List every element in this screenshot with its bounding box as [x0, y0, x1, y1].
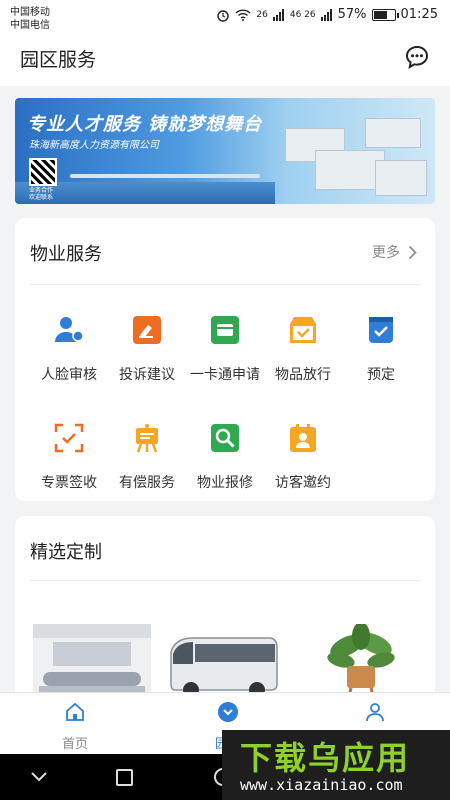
chat-bubble-icon[interactable]: [404, 44, 430, 70]
service-face-audit[interactable]: 人脸审核: [27, 314, 111, 384]
visitor-icon: [290, 424, 316, 452]
service-visitor[interactable]: 访客邀约: [261, 422, 345, 492]
network-label-2: 46 26: [289, 9, 316, 20]
network-label-1: 26: [256, 9, 268, 20]
service-card-apply[interactable]: 一卡通申请: [183, 314, 267, 384]
signal-icon-2: [320, 8, 332, 21]
repair-icon: [211, 424, 239, 452]
featured-card: 精选定制: [15, 516, 435, 716]
banner-building: [375, 160, 427, 196]
alarm-icon: [217, 9, 230, 22]
tab-home[interactable]: 首页: [35, 701, 115, 752]
tab-label: 首页: [61, 737, 88, 752]
status-bar: 中国移动 中国电信 26 46 26 57% 01:25: [0, 0, 450, 31]
battery-percent: 57%: [337, 7, 367, 22]
service-label: 一卡通申请: [190, 367, 260, 383]
clock: 01:25: [400, 7, 438, 22]
service-reservation[interactable]: 预定: [339, 314, 423, 384]
card-apply-icon: [211, 316, 239, 344]
qr-note-line-1: 业务合作: [29, 187, 54, 194]
home-icon: [66, 702, 84, 721]
property-service-card: 物业服务 更多 人脸审核 投诉建议 一卡通申请 物品放行 预定 专票签收 有偿服…: [15, 218, 435, 501]
banner-company: 珠海新高度人力资源有限公司: [29, 140, 159, 151]
reservation-icon: [369, 317, 393, 343]
signal-icon: [272, 8, 284, 21]
watermark-url: www.xiazainiao.com: [240, 776, 403, 794]
qr-note-line-2: 欢迎联系: [29, 194, 54, 201]
complaint-icon: [133, 316, 161, 344]
service-label: 有偿服务: [119, 475, 175, 491]
service-item-release[interactable]: 物品放行: [261, 314, 345, 384]
invoice-scan-icon: [54, 423, 84, 453]
tab-profile[interactable]: [335, 701, 415, 733]
paid-service-icon: [136, 424, 158, 453]
divider: [30, 284, 420, 285]
banner-slogan: 专业人才服务 铸就梦想舞台: [27, 114, 263, 135]
battery-icon: [371, 8, 399, 21]
service-invoice-sign[interactable]: 专票签收: [27, 422, 111, 492]
banner-building: [365, 118, 421, 148]
service-complaint[interactable]: 投诉建议: [105, 314, 189, 384]
status-icons: 26 46 26 57% 01:25: [216, 7, 438, 22]
item-release-icon: [290, 317, 316, 343]
section-title: 物业服务: [30, 244, 102, 265]
service-repair[interactable]: 物业报修: [183, 422, 267, 492]
watermark: 下载乌应用 www.xiazainiao.com: [222, 730, 450, 800]
more-link[interactable]: 更多: [372, 242, 417, 262]
user-icon: [366, 703, 384, 722]
watermark-text: 下载乌应用: [240, 739, 411, 777]
wifi-icon: [235, 8, 251, 21]
service-label: 投诉建议: [119, 367, 175, 383]
page-title: 园区服务: [20, 49, 97, 71]
service-label: 人脸审核: [41, 367, 97, 383]
promo-banner[interactable]: 专业人才服务 铸就梦想舞台 珠海新高度人力资源有限公司 业务合作 欢迎联系: [15, 98, 435, 204]
home-square-icon[interactable]: [116, 769, 133, 786]
service-label: 预定: [367, 367, 395, 383]
chevron-right-icon: [408, 245, 417, 259]
service-label: 物业报修: [197, 475, 253, 491]
app-header: 园区服务: [0, 30, 450, 86]
service-paid[interactable]: 有偿服务: [105, 422, 189, 492]
qr-note: 业务合作 欢迎联系: [29, 187, 53, 201]
park-icon: [218, 702, 238, 722]
service-label: 专票签收: [41, 475, 97, 491]
banner-bridge: [70, 174, 260, 178]
qr-code-icon: [29, 158, 57, 186]
service-label: 访客邀约: [275, 475, 331, 491]
face-audit-icon: [55, 317, 84, 342]
back-icon[interactable]: [30, 768, 48, 786]
carrier-2: 中国电信: [10, 20, 50, 31]
service-label: 物品放行: [275, 367, 331, 383]
divider: [30, 580, 420, 581]
more-label: 更多: [372, 245, 400, 261]
section-title: 精选定制: [30, 542, 102, 563]
